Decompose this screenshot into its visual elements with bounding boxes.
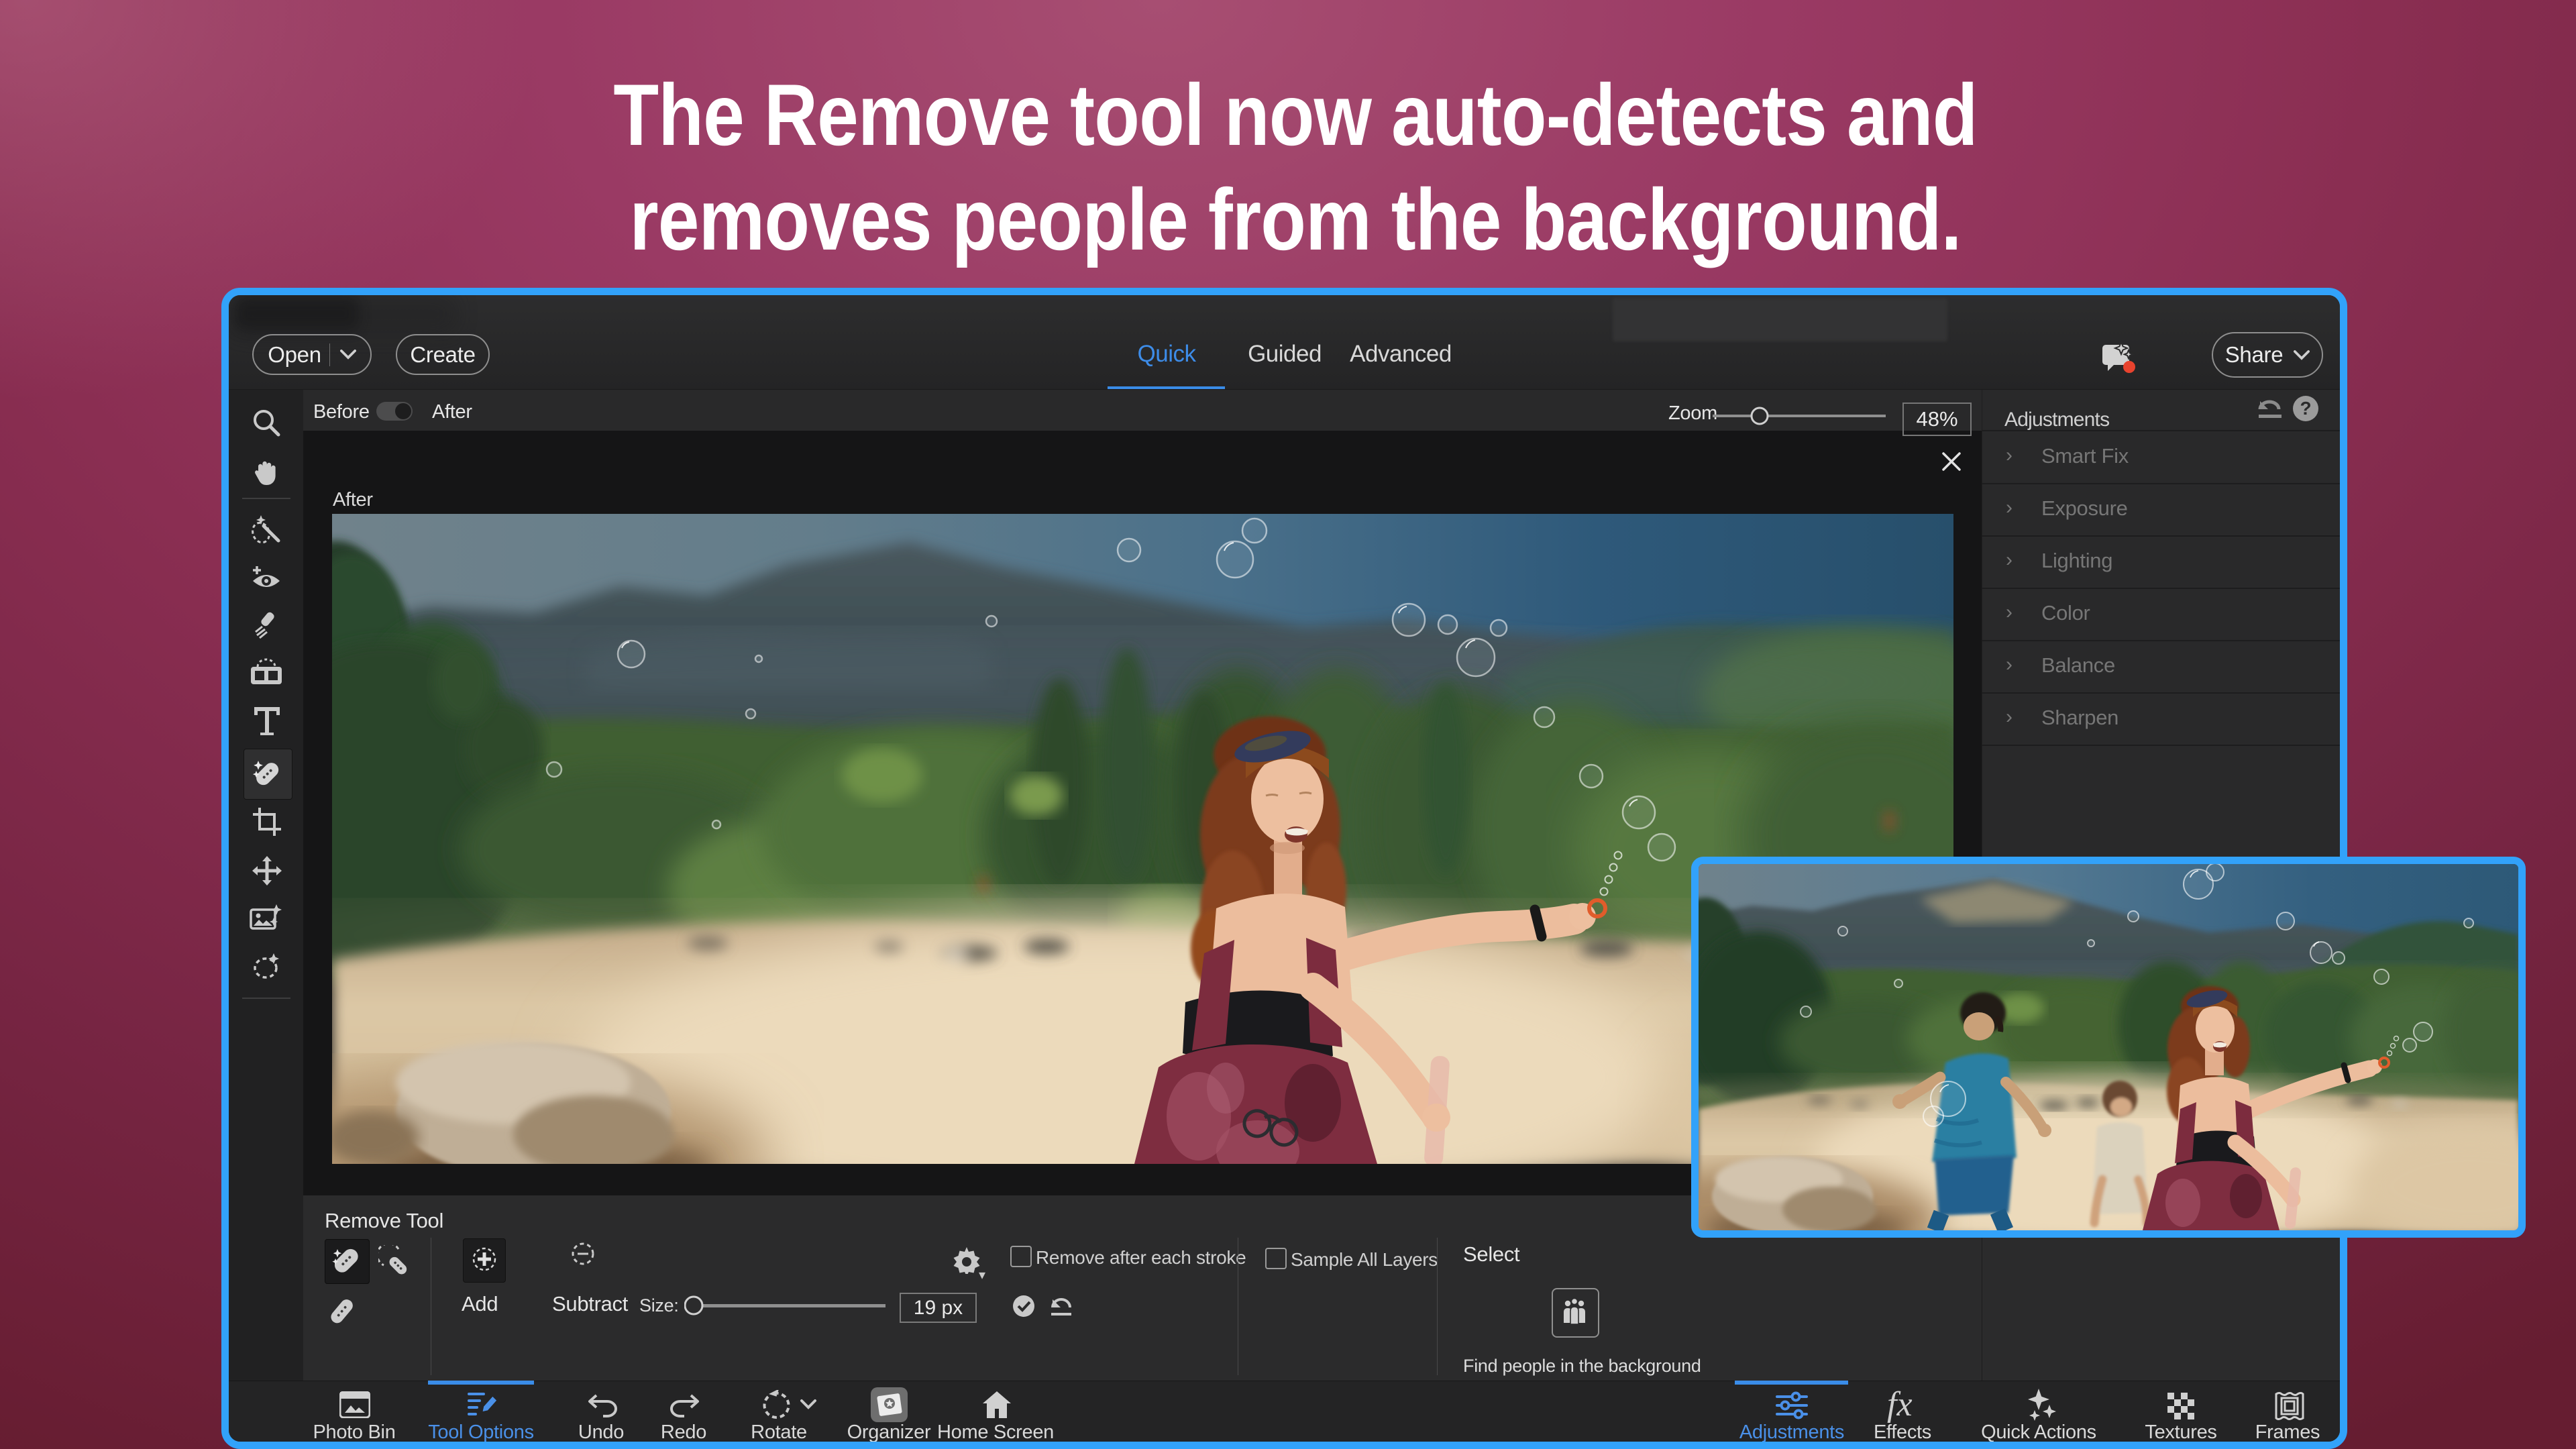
svg-text:?: ? bbox=[2300, 398, 2311, 419]
